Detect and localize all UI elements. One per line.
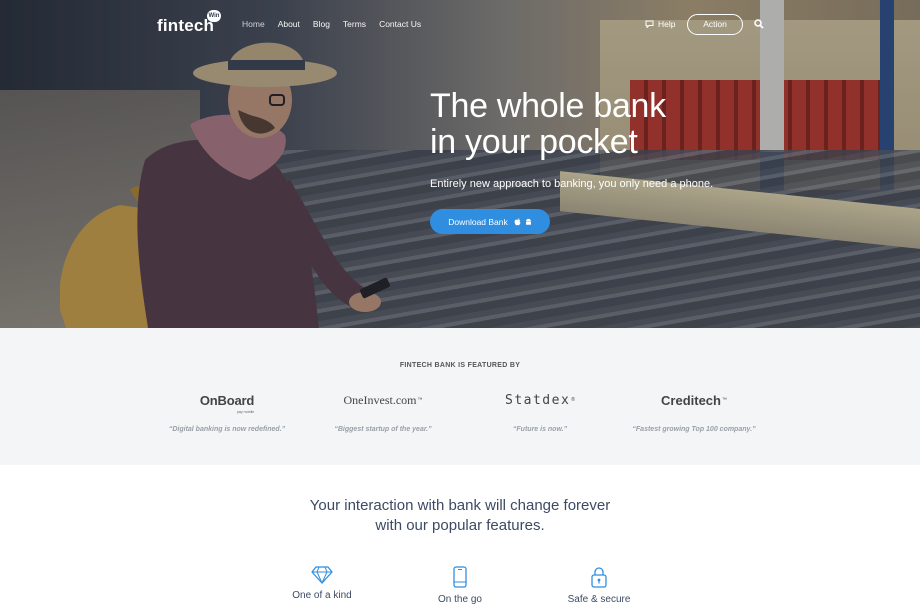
brand-quote: “Fastest growing Top 100 company.” bbox=[632, 426, 756, 433]
download-bank-label: Download Bank bbox=[448, 216, 508, 227]
brand-name: Creditech bbox=[661, 392, 721, 408]
main-menu: Home About Blog Terms Contact Us bbox=[242, 19, 434, 29]
hero-subtitle: Entirely new approach to banking, you on… bbox=[430, 178, 714, 190]
apple-icon bbox=[514, 217, 521, 225]
brand-tagline: pay mobile bbox=[236, 408, 255, 414]
nav-link-terms[interactable]: Terms bbox=[343, 19, 366, 29]
nav-link-contact[interactable]: Contact Us bbox=[379, 19, 421, 29]
brand-quote: “Biggest startup of the year.” bbox=[334, 426, 432, 433]
feature-on-the-go: On the go bbox=[400, 566, 520, 605]
feature-one-of-a-kind: One of a kind bbox=[262, 566, 382, 601]
featured-by-section: FINTECH BANK IS FEATURED BY OnBoard pay … bbox=[0, 328, 920, 465]
feature-safe-secure: Safe & secure bbox=[539, 566, 659, 605]
trademark-mark: ™ bbox=[417, 397, 423, 403]
logo[interactable]: fintech bbox=[157, 16, 214, 36]
brand-quote: “Digital banking is now redefined.” bbox=[168, 426, 286, 433]
hero-title-line-1: The whole bank bbox=[430, 87, 666, 125]
features-heading: Your interaction with bank will change f… bbox=[0, 496, 920, 536]
brand-name: OnBoard bbox=[199, 392, 255, 408]
chat-bubble-icon bbox=[645, 20, 654, 28]
brand-quote: “Future is now.” bbox=[512, 426, 568, 433]
top-navigation: fintech Win Home About Blog Terms Contac… bbox=[0, 0, 920, 48]
registered-mark: ® bbox=[571, 397, 575, 403]
brand-logo: OnBoard pay mobile bbox=[152, 388, 302, 414]
hero-section: fintech Win Home About Blog Terms Contac… bbox=[0, 0, 920, 328]
brand-onboard: OnBoard pay mobile “Digital banking is n… bbox=[152, 388, 302, 434]
trademark-mark: ™ bbox=[721, 397, 727, 403]
action-button[interactable]: Action bbox=[687, 14, 743, 35]
help-label: Help bbox=[658, 19, 676, 29]
feature-label: Safe & secure bbox=[567, 594, 631, 605]
brand-statdex: Statdex ® “Future is now.” bbox=[465, 388, 615, 434]
feature-label: On the go bbox=[438, 594, 482, 605]
brand-logo: OneInvest.com ™ bbox=[308, 388, 458, 412]
search-icon[interactable] bbox=[754, 19, 764, 29]
android-icon bbox=[525, 218, 531, 225]
lock-icon bbox=[591, 567, 607, 588]
nav-link-about[interactable]: About bbox=[278, 19, 300, 29]
brand-name: OneInvest.com bbox=[343, 392, 417, 407]
brand-logo: Creditech ™ bbox=[619, 388, 769, 412]
brand-logo: Statdex ® bbox=[465, 388, 615, 412]
brand-name: Statdex bbox=[505, 392, 571, 408]
help-link[interactable]: Help bbox=[645, 19, 675, 29]
brand-creditech: Creditech ™ “Fastest growing Top 100 comp… bbox=[619, 388, 769, 434]
brand-oneinvest: OneInvest.com ™ “Biggest startup of the y… bbox=[308, 388, 458, 434]
nav-link-home[interactable]: Home bbox=[242, 19, 265, 29]
hero-title: The whole bank in your pocket bbox=[430, 88, 666, 160]
phone-icon bbox=[453, 566, 467, 588]
download-bank-button[interactable]: Download Bank bbox=[430, 209, 550, 234]
diamond-icon bbox=[311, 566, 333, 584]
features-heading-line-2: with our popular features. bbox=[375, 517, 545, 534]
featured-title: FINTECH BANK IS FEATURED BY bbox=[399, 362, 521, 369]
features-heading-line-1: Your interaction with bank will change f… bbox=[309, 497, 611, 514]
logo-badge: Win bbox=[207, 10, 221, 22]
feature-label: One of a kind bbox=[292, 590, 352, 601]
hero-title-line-2: in your pocket bbox=[430, 123, 638, 161]
nav-link-blog[interactable]: Blog bbox=[313, 19, 330, 29]
